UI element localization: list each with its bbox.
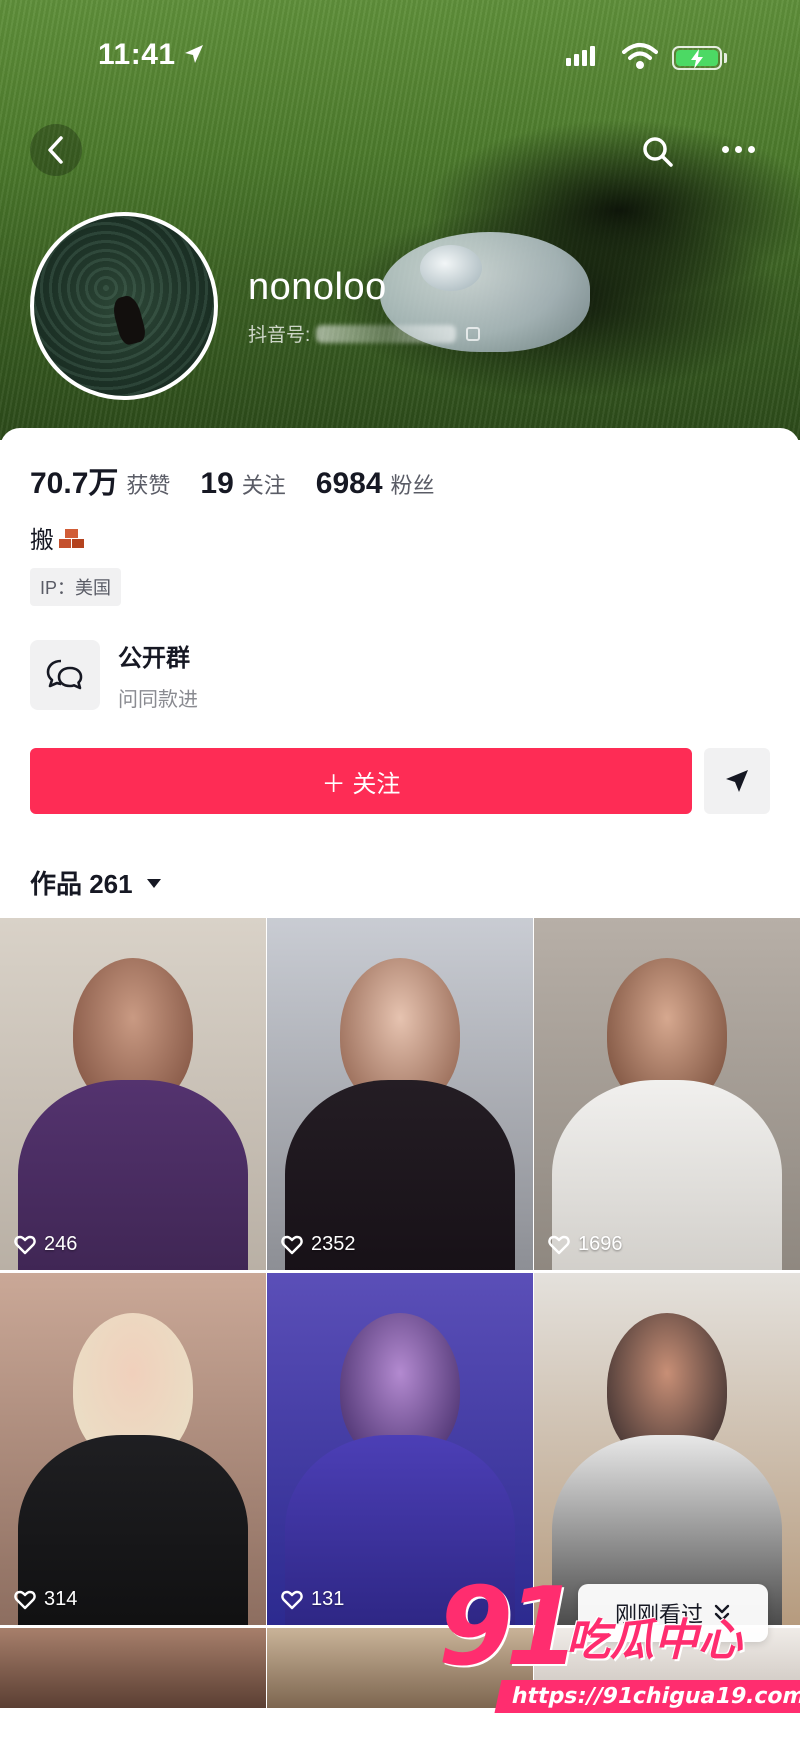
- copy-icon[interactable]: [466, 326, 481, 341]
- heart-icon: [14, 1590, 36, 1609]
- likes-count: 314: [44, 1588, 78, 1610]
- avatar-figure: [110, 293, 148, 347]
- video-likes: 314: [14, 1588, 77, 1611]
- likes-count: 131: [311, 1588, 345, 1610]
- douyin-id: 抖音号:: [248, 320, 481, 347]
- stat-label: 获赞: [126, 473, 171, 498]
- douyin-id-value-blurred: [316, 324, 457, 343]
- video-thumbnail[interactable]: [534, 1273, 800, 1625]
- chevron-left-icon: [48, 136, 63, 164]
- send-icon: [726, 770, 748, 792]
- status-bar: 11:41: [0, 38, 800, 78]
- status-time: 11:41: [98, 38, 176, 71]
- share-button[interactable]: [704, 748, 770, 814]
- bio-text: 搬: [30, 527, 54, 554]
- works-tab-label: 作品 261: [30, 869, 133, 899]
- video-likes: 2352: [281, 1233, 356, 1256]
- watermark-logo-text: 吃瓜中心: [566, 1616, 742, 1665]
- caret-down-icon: [146, 879, 161, 888]
- likes-count: 1696: [578, 1233, 623, 1255]
- watermark-url: https://91chigua19.com: [494, 1680, 800, 1713]
- battery-nub: [724, 53, 727, 63]
- video-likes: 1696: [548, 1233, 623, 1256]
- stat-value: 19: [200, 467, 234, 500]
- battery-icon: [672, 46, 722, 70]
- stat-value: 70.7万: [30, 467, 119, 500]
- wifi-icon: [622, 43, 658, 69]
- likes-count: 246: [44, 1233, 78, 1255]
- charging-bolt-icon: [691, 49, 703, 69]
- stat-label: 粉丝: [390, 473, 435, 498]
- watermark-logo-number: 91: [438, 1565, 580, 1690]
- heart-icon: [281, 1235, 303, 1254]
- tab-works[interactable]: 作品 261: [30, 864, 161, 901]
- search-icon[interactable]: [640, 134, 676, 170]
- stat-likes[interactable]: 70.7万 获赞: [30, 458, 170, 502]
- stat-value: 6984: [315, 467, 383, 500]
- heart-icon: [548, 1235, 570, 1254]
- heart-icon: [14, 1235, 36, 1254]
- video-likes: 131: [281, 1588, 344, 1611]
- location-arrow-icon: [185, 45, 203, 63]
- bricks-emoji-icon: [59, 528, 84, 548]
- likes-count: 2352: [311, 1233, 356, 1255]
- back-button[interactable]: [30, 124, 82, 176]
- follow-label: ＋ 关注: [321, 770, 401, 798]
- video-thumbnail[interactable]: 314: [0, 1273, 266, 1625]
- profile-bio: 搬: [30, 520, 86, 555]
- avatar[interactable]: [30, 212, 218, 400]
- public-group-entry[interactable]: 公开群 问同款进: [30, 638, 198, 712]
- profile-stats: 70.7万 获赞 19 关注 6984 粉丝: [30, 458, 465, 502]
- video-thumbnail[interactable]: 246: [0, 918, 266, 1270]
- more-options-icon[interactable]: [722, 146, 755, 153]
- profile-username: nonoloo: [248, 266, 387, 308]
- chat-bubbles-icon: [30, 640, 100, 710]
- follow-button[interactable]: ＋ 关注: [30, 748, 692, 814]
- stat-followers[interactable]: 6984 粉丝: [316, 467, 435, 501]
- video-likes: 246: [14, 1233, 77, 1256]
- ip-location-tag: IP：美国: [30, 568, 122, 606]
- stat-label: 关注: [241, 473, 286, 498]
- video-thumbnail[interactable]: [0, 1628, 266, 1708]
- video-thumbnail[interactable]: 1696: [534, 918, 800, 1270]
- heart-icon: [281, 1590, 303, 1609]
- group-title: 公开群: [118, 645, 190, 672]
- stat-following[interactable]: 19 关注: [200, 467, 285, 501]
- group-subtitle: 问同款进: [118, 689, 198, 711]
- video-thumbnail[interactable]: 2352: [267, 918, 533, 1270]
- douyin-id-label: 抖音号:: [248, 325, 311, 346]
- cover-sheep-head: [420, 245, 482, 291]
- cellular-signal-icon: [566, 46, 595, 66]
